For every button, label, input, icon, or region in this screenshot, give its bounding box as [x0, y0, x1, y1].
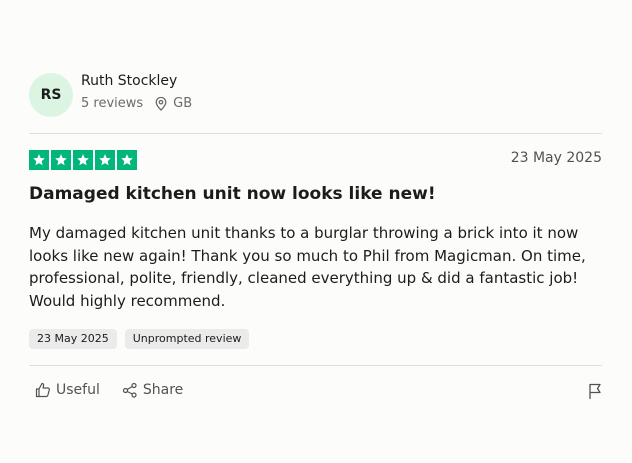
- review-card: RS Ruth Stockley 5 reviews GB 23 May 202…: [29, 0, 602, 463]
- share-button[interactable]: Share: [122, 382, 183, 398]
- star-icon: [51, 150, 71, 170]
- location-pin-icon: [155, 96, 167, 111]
- review-date: 23 May 2025: [510, 150, 602, 166]
- review-actions: Useful Share: [35, 382, 183, 398]
- reviewer-name[interactable]: Ruth Stockley: [81, 73, 177, 89]
- date-tag: 23 May 2025: [29, 329, 117, 349]
- unprompted-review-tag[interactable]: Unprompted review: [124, 329, 250, 349]
- star-icon: [29, 150, 49, 170]
- thumbs-up-icon: [35, 382, 51, 398]
- reviewer-meta: 5 reviews GB: [81, 96, 192, 111]
- reviews-count: 5 reviews: [81, 96, 144, 111]
- useful-label: Useful: [56, 382, 100, 398]
- star-icon: [117, 150, 137, 170]
- review-title[interactable]: Damaged kitchen unit now looks like new!: [29, 184, 436, 204]
- share-icon: [122, 382, 138, 398]
- star-icon: [95, 150, 115, 170]
- avatar[interactable]: RS: [29, 73, 73, 117]
- divider: [29, 365, 602, 366]
- share-label: Share: [142, 382, 184, 398]
- star-rating: [29, 150, 137, 170]
- star-icon: [73, 150, 93, 170]
- review-tags: 23 May 2025 Unprompted review: [29, 329, 250, 349]
- useful-button[interactable]: Useful: [35, 382, 100, 398]
- reviewer-country: GB: [173, 96, 193, 111]
- review-body: My damaged kitchen unit thanks to a burg…: [29, 224, 586, 310]
- report-flag-button[interactable]: [588, 382, 602, 400]
- divider: [29, 133, 602, 134]
- flag-icon: [588, 382, 602, 400]
